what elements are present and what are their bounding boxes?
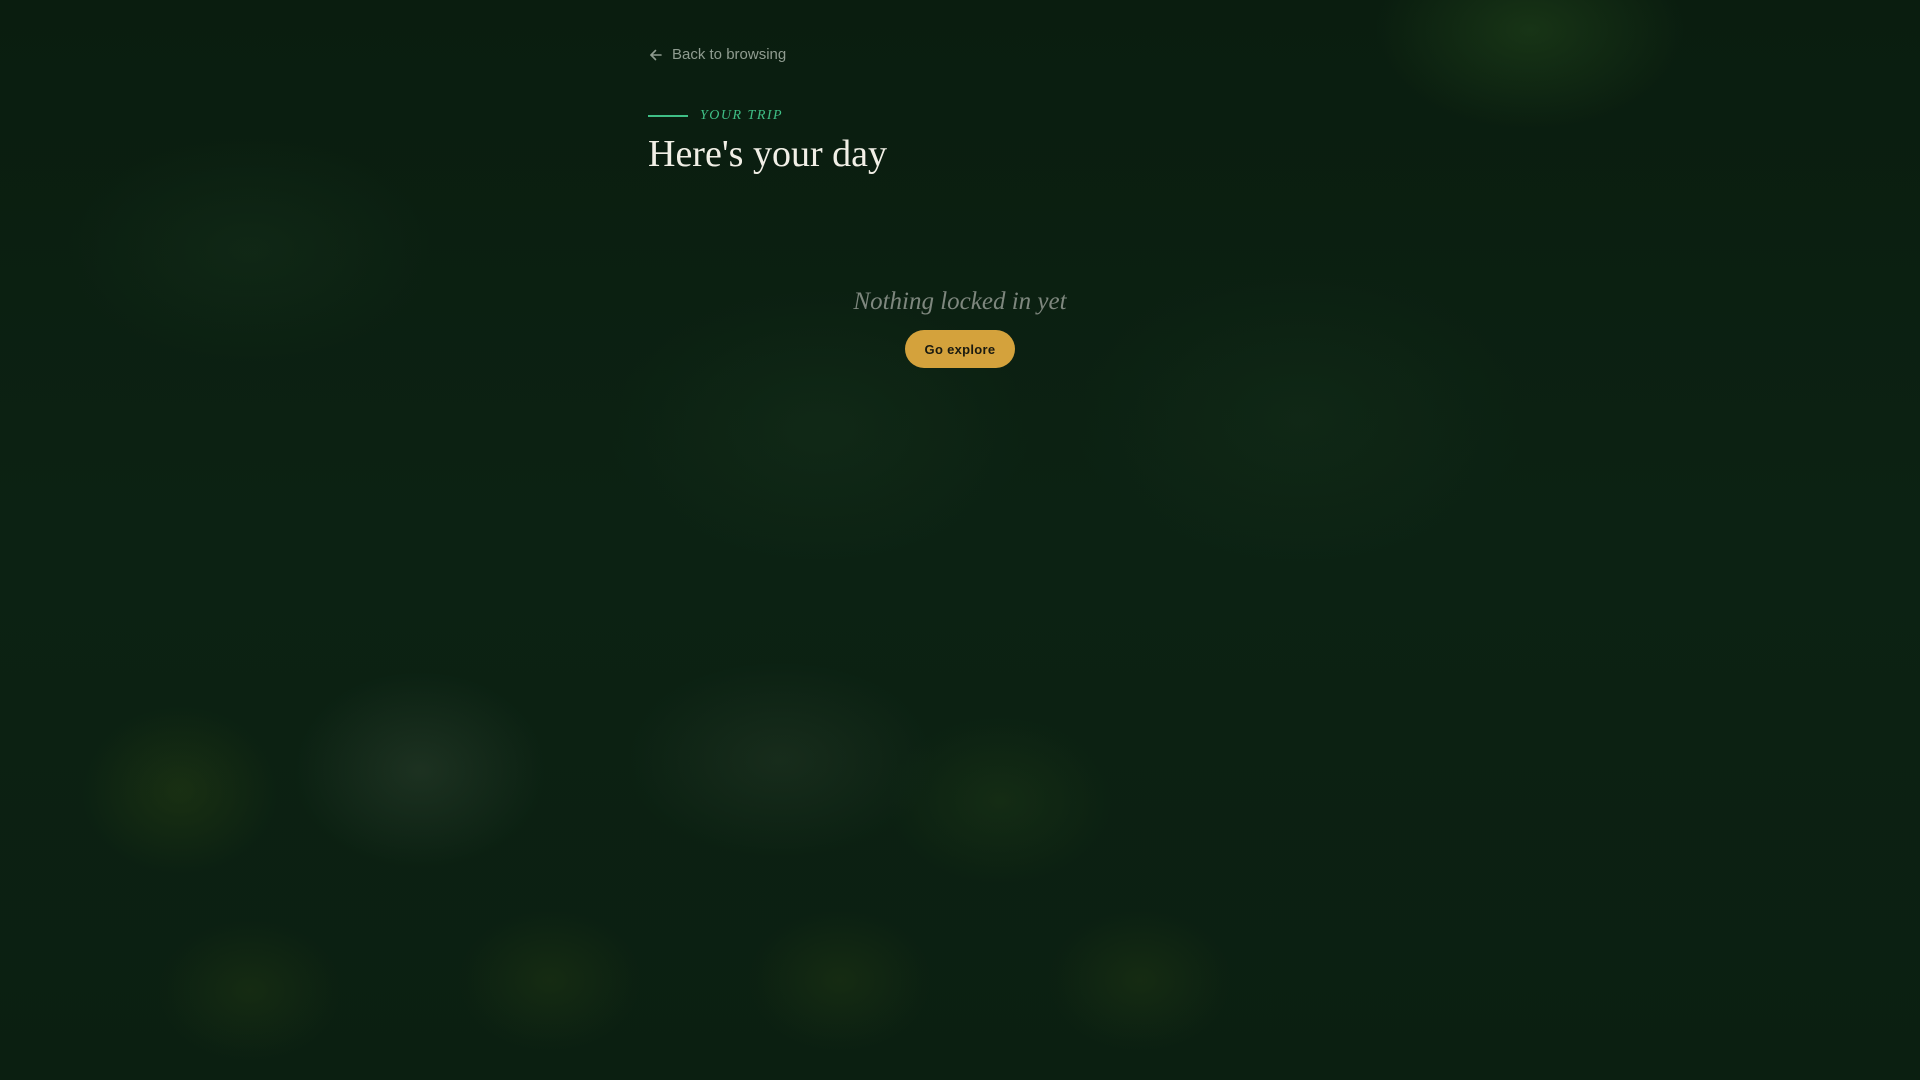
- go-explore-button[interactable]: Go explore: [905, 330, 1015, 368]
- empty-state-message: Nothing locked in yet: [853, 288, 1067, 315]
- eyebrow-label: YOUR TRIP: [700, 108, 784, 123]
- empty-state: Nothing locked in yet Go explore: [648, 288, 1272, 368]
- page-title: Here's your day: [648, 133, 887, 175]
- eyebrow-rule: [648, 115, 688, 117]
- back-to-browsing-link[interactable]: Back to browsing: [648, 46, 786, 63]
- arrow-left-icon: [650, 49, 662, 60]
- blurred-background: [0, 0, 1920, 1080]
- section-eyebrow: YOUR TRIP: [648, 108, 783, 124]
- back-link-label: Back to browsing: [672, 46, 787, 63]
